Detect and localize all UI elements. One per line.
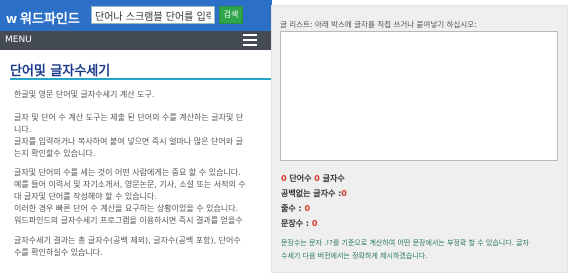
- title-divider: [10, 78, 272, 80]
- menu-bar: MENU: [0, 31, 272, 50]
- page-title: 단어및 글자수세기: [10, 64, 111, 79]
- top-header: W워드파인드 검색: [0, 0, 272, 31]
- line-count-value: 0: [304, 204, 311, 213]
- description-paragraph: 글자 및 단어 수 계산 도구는 제출 된 단어의 수를 계산하는 글자및 단 …: [14, 112, 272, 160]
- paragraph-line: 워드파인드의 글자수세기 프로그램을 이용하시면 즉시 결과를 얻을수: [14, 216, 243, 225]
- counter-panel: 글 리스트: 아래 박스에 글자를 직접 쓰거나 붙여넣기 하십시오: 0 단어…: [271, 5, 568, 273]
- line-count: 줄수 : 0: [281, 203, 310, 214]
- search-button[interactable]: 검색: [219, 6, 243, 24]
- paragraph-line: 글자및 단어의 수를 세는 것이 어떤 사람에게는 중요 할 수 있습니다.: [14, 168, 241, 177]
- search-input[interactable]: [91, 6, 215, 24]
- hamburger-menu-icon[interactable]: [243, 34, 257, 46]
- sentence-count-value: 0: [311, 219, 318, 228]
- paragraph-line: 대 글자및 단어를 작성해야 할 수 있습니다.: [14, 192, 157, 201]
- sentence-count: 문장수 : 0: [281, 218, 317, 229]
- intro-paragraph: 한글및 영문 단어및 글자수세기 계산 도구.: [14, 89, 272, 101]
- no-space-label: 공백없는 글자수 :: [281, 189, 342, 198]
- no-space-count: 공백없는 글자수 :0: [281, 188, 347, 199]
- menu-label: MENU: [5, 35, 32, 45]
- sentence-count-note: 문장수는 문자 .!?를 기준으로 계산하여 어떤 문장에서는 부정확 할 수 …: [281, 237, 563, 262]
- paragraph-line: 는지 확인할수 있습니다.: [14, 149, 96, 158]
- result-paragraph: 글자수세기 결과는 총 글자수(공백 제외), 글자수(공백 포함), 단어수 …: [14, 235, 272, 259]
- paragraph-line: 니다.: [14, 125, 32, 134]
- word-count-label: 단어수: [289, 174, 312, 183]
- site-logo[interactable]: W 워드파인드: [6, 8, 80, 27]
- paragraph-line: 수를 확인하실수 있습니다.: [14, 248, 103, 257]
- char-count-value: 0: [314, 174, 320, 183]
- no-space-value: 0: [341, 189, 347, 198]
- text-input-area[interactable]: [280, 31, 558, 161]
- logo-mark: W: [6, 15, 18, 26]
- paragraph-line: 글자를 입력하거나 복사하여 붙여 넣으면 즉시 얼마나 많은 단어와 글: [14, 137, 243, 146]
- text-input-label: 글 리스트: 아래 박스에 글자를 직접 쓰거나 붙여넣기 하십시오:: [280, 20, 477, 29]
- line-count-label: 줄수 :: [281, 204, 302, 213]
- word-count-value: 0: [281, 174, 287, 183]
- left-column: W워드파인드 검색 MENU 단어및 글자수세기 한글및 영문 단어및 글자수세…: [0, 0, 272, 280]
- sentence-count-label: 문장수 :: [281, 219, 310, 228]
- paragraph-line: 예를 들어 이력서 및 자기소개서, 영문논문, 기사, 소설 또는 서적의 수: [14, 180, 246, 189]
- note-line: 문장수는 문자 .!?를 기준으로 계산하여 어떤 문장에서는 부정확 할 수 …: [281, 239, 529, 247]
- word-char-count: 0 단어수 0 글자수: [281, 173, 345, 184]
- logo-text: 워드파인드: [20, 12, 80, 27]
- paragraph-line: 한글및 영문 단어및 글자수세기 계산 도구.: [14, 90, 155, 99]
- note-line: 수세기 다음 버전에서는 정확하게 제시하겠습니다.: [281, 251, 428, 260]
- paragraph-line: 글자 및 단어 수 계산 도구는 제출 된 단어의 수를 계산하는 글자및 단: [14, 113, 244, 122]
- paragraph-line: 글자수세기 결과는 총 글자수(공백 제외), 글자수(공백 포함), 단어수: [14, 236, 241, 245]
- usage-paragraph: 글자및 단어의 수를 세는 것이 어떤 사람에게는 중요 할 수 있습니다. 예…: [14, 167, 272, 227]
- paragraph-line: 이러한 경우 빠른 단어 수 계산을 요구하는 상황이었을 수 있습니다.: [14, 204, 239, 213]
- char-count-label: 글자수: [322, 174, 345, 183]
